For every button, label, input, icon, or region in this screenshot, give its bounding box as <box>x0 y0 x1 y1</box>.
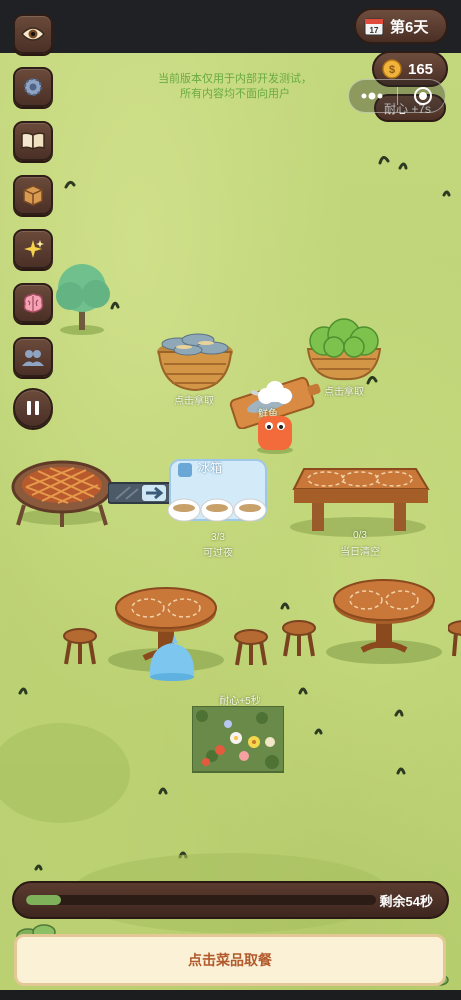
recipe-book-button[interactable] <box>13 121 53 161</box>
view-toggle-button[interactable] <box>13 14 53 54</box>
day-counter: 17 第6天 <box>354 8 448 44</box>
day-label: 第6天 <box>390 18 429 36</box>
staff-button[interactable] <box>13 337 53 377</box>
flowerbed-label: 耐心+5秒 <box>219 696 261 707</box>
fridge-title: 冰箱 <box>198 461 223 475</box>
bottom-strip <box>0 990 461 1000</box>
inventory-button[interactable] <box>13 175 53 215</box>
flowerbed[interactable] <box>192 706 284 774</box>
grill[interactable] <box>10 457 114 529</box>
sparkle-icon <box>24 240 44 258</box>
fish-basket-label: 点击拿取 <box>174 396 214 407</box>
people-icon <box>22 350 44 366</box>
fridge-note: 可过夜 <box>203 548 233 559</box>
miniprogram-capsule <box>348 79 446 113</box>
coin-amount: 165 <box>408 60 434 78</box>
conveyor <box>107 479 173 505</box>
book-icon <box>21 132 45 151</box>
target-icon <box>413 87 432 105</box>
more-dots-icon <box>361 92 382 100</box>
box-icon <box>23 185 43 206</box>
counter-note: 当日清空 <box>340 547 380 558</box>
settings-button[interactable] <box>13 67 53 107</box>
skills-button[interactable] <box>13 283 53 323</box>
lettuce-basket[interactable] <box>302 315 386 381</box>
stool <box>448 620 461 657</box>
order-pickup-panel[interactable]: 点击菜品取餐 <box>14 934 446 986</box>
time-progress-fill <box>26 895 61 905</box>
coin-icon: $ <box>382 59 402 79</box>
svg-text:$: $ <box>389 64 395 76</box>
serving-counter[interactable] <box>288 467 430 537</box>
pause-button[interactable] <box>13 388 53 428</box>
close-miniprogram-button[interactable] <box>403 81 443 111</box>
order-pickup-prompt: 点击菜品取餐 <box>188 952 272 968</box>
time-remaining-label: 剩余54秒 <box>379 894 433 909</box>
effects-button[interactable] <box>13 229 53 269</box>
stool <box>282 620 316 657</box>
chef-character <box>252 378 298 456</box>
brain-icon <box>23 293 44 313</box>
fridge-count: 3/3 <box>211 532 225 543</box>
fish-basket[interactable] <box>154 328 236 392</box>
customer-character[interactable] <box>146 633 198 681</box>
eye-icon <box>21 27 45 41</box>
dev-notice: 当前版本仅用于内部开发测试， 所有内容均不面向用户 <box>150 72 320 102</box>
stool <box>234 629 268 666</box>
gear-icon <box>24 78 42 96</box>
time-remaining-bar: 剩余54秒 <box>12 881 449 919</box>
calendar-number: 17 <box>370 26 379 35</box>
dining-table-right[interactable] <box>322 578 446 664</box>
dev-notice-line1: 当前版本仅用于内部开发测试， <box>158 73 312 85</box>
more-menu-button[interactable] <box>352 81 392 111</box>
counter-count: 0/3 <box>353 530 367 541</box>
pause-icon <box>27 401 39 415</box>
dev-notice-line2: 所有内容均不面向用户 <box>180 88 290 100</box>
stool <box>63 628 97 665</box>
time-progress-track <box>26 895 376 905</box>
calendar-icon: 17 <box>364 18 384 36</box>
game-field: 点击拿取 点击拿取 鲜鱼 冰箱 3/3 可过夜 0/3 当日清空 耐心+5秒 <box>0 53 461 990</box>
tree <box>48 258 118 338</box>
